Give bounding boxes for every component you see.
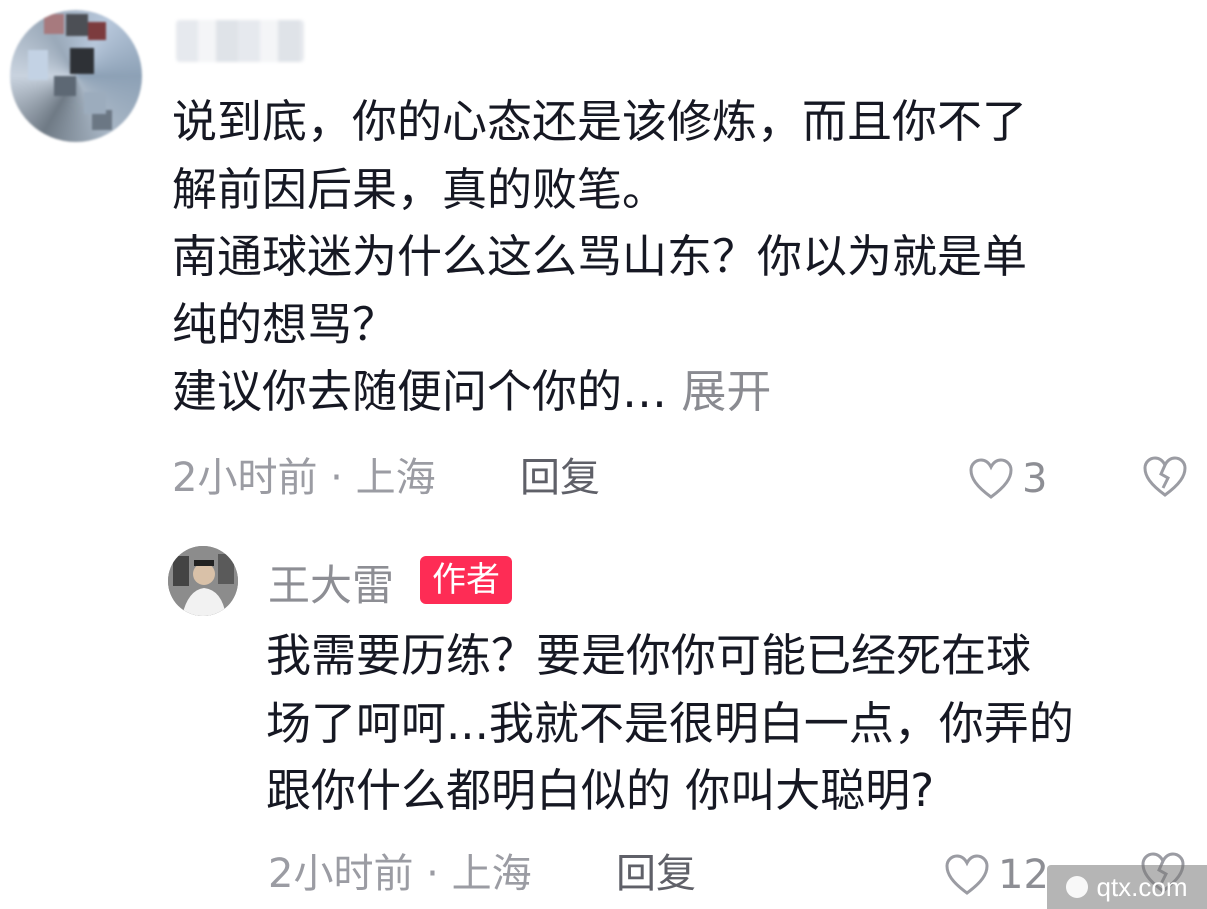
comment-body: 说到底，你的心态还是该修炼，而且你不了 解前因后果，真的败笔。 南通球迷为什么这…: [172, 88, 1172, 426]
reply-reply-button[interactable]: 回复: [616, 850, 696, 898]
comment-line: 解前因后果，真的败笔。: [172, 162, 668, 216]
watermark-text: qtx.com: [1096, 871, 1188, 902]
comment-line: 建议你去随便问个你的…: [172, 365, 668, 418]
comment-avatar[interactable]: [10, 10, 142, 142]
author-avatar-image: [168, 546, 238, 616]
comment-line: 说到底，你的心态还是该修炼，而且你不了: [172, 95, 1028, 148]
comment-line: 纯的想骂？: [172, 297, 398, 351]
watermark-logo-icon: [1066, 876, 1089, 898]
watermark: qtx.com: [1047, 865, 1207, 909]
reply-like-button[interactable]: 12: [944, 852, 1049, 898]
reply-line: 跟你什么都明白似的 你叫大聪明?: [266, 764, 935, 817]
broken-heart-icon: [1143, 456, 1187, 497]
comment-like-count: 3: [1022, 456, 1048, 502]
comment-dislike-button[interactable]: [1142, 456, 1188, 498]
expand-button[interactable]: 展开: [681, 365, 771, 418]
reply-author-name[interactable]: 王大雷: [268, 552, 394, 613]
reply-line: 我需要历练？要是你你可能已经死在球: [266, 629, 1032, 682]
author-badge: 作者: [420, 556, 512, 604]
reply-line: 场了呵呵...我就不是很明白一点，你弄的: [266, 696, 1074, 750]
comment-line: 南通球迷为什么这么骂山东？你以为就是单: [172, 230, 1028, 283]
comment-meta: 2小时前 · 上海: [172, 455, 436, 501]
heart-icon: [945, 854, 989, 895]
comment-like-button[interactable]: 3: [968, 456, 1047, 502]
comment-reply-button[interactable]: 回复: [520, 454, 600, 502]
comment-line-last: 建议你去随便问个你的… 展开: [172, 358, 1172, 426]
reply-meta: 2小时前 · 上海: [268, 851, 532, 897]
reply-avatar[interactable]: [168, 546, 238, 616]
reply-body: 我需要历练？要是你你可能已经死在球 场了呵呵...我就不是很明白一点，你弄的 跟…: [266, 622, 1196, 825]
heart-icon: [969, 458, 1013, 499]
comment-username[interactable]: [176, 20, 304, 62]
reply-like-count: 12: [998, 852, 1049, 898]
